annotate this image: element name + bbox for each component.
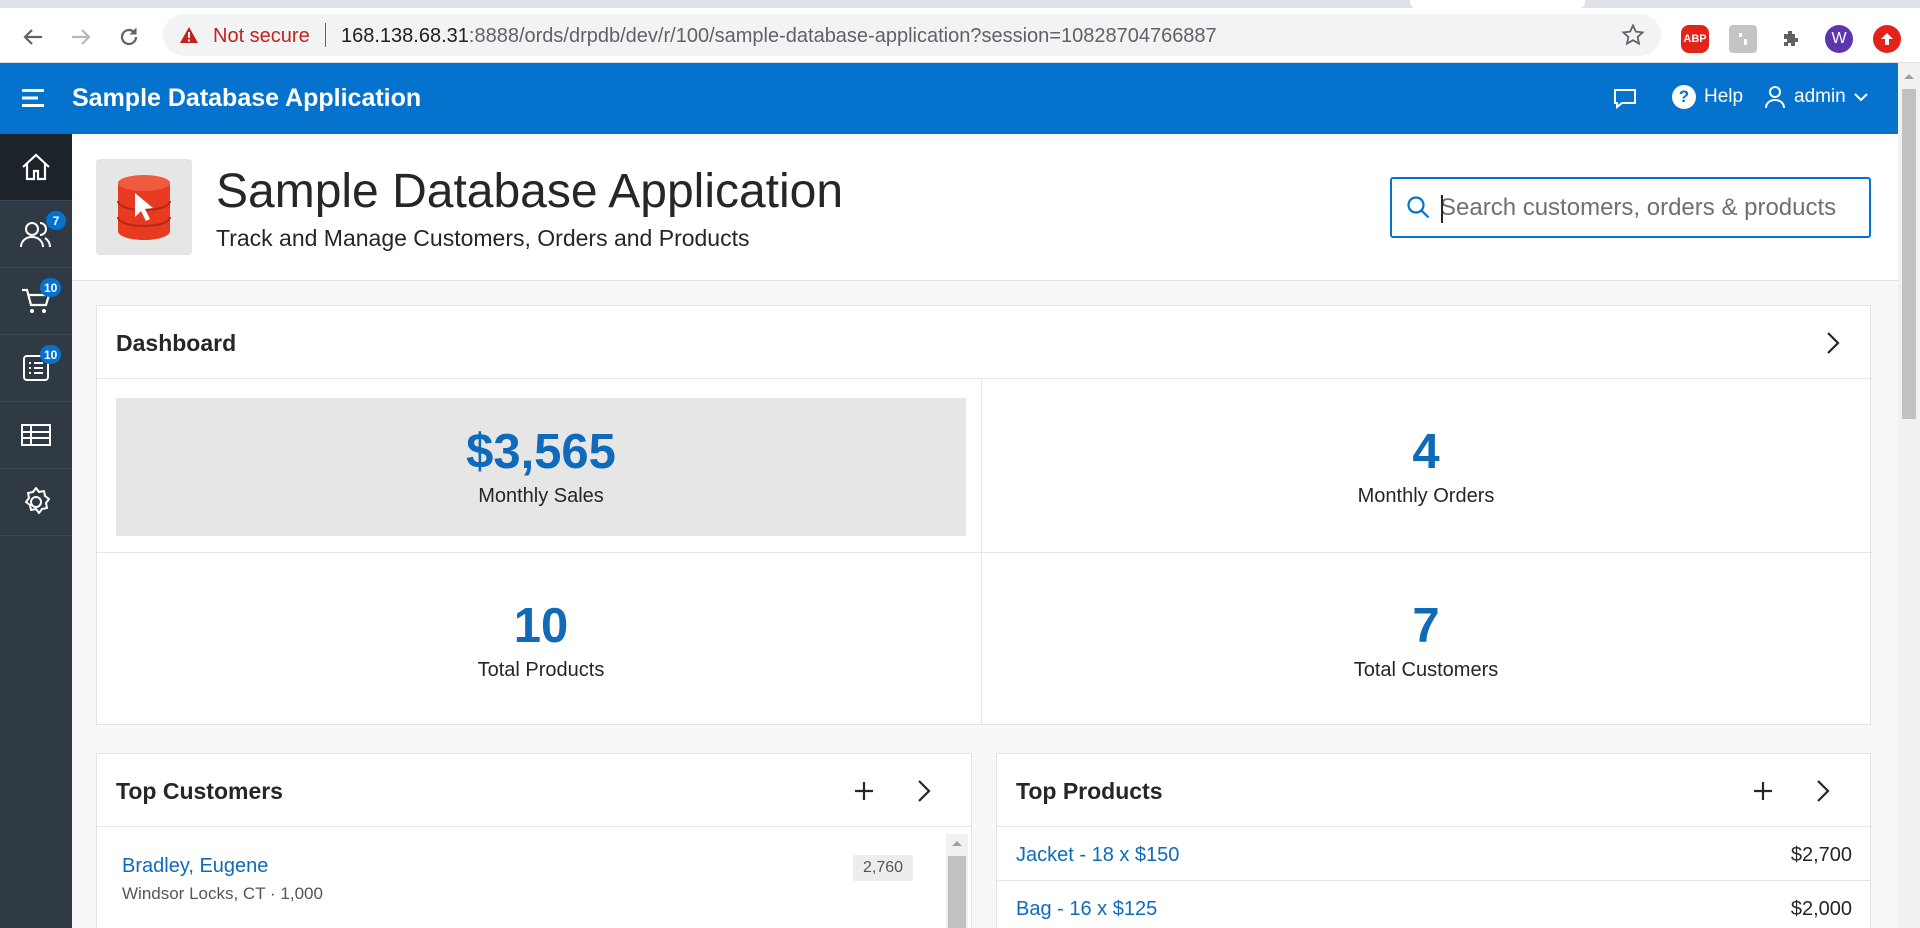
chevron-right-icon[interactable] <box>1808 776 1838 806</box>
customer-name-link[interactable]: Bradley, Eugene <box>122 855 268 878</box>
metric-value: 10 <box>513 598 569 653</box>
app-header: Sample Database Application ? Help admin <box>0 63 1898 134</box>
customers-badge: 7 <box>46 211 66 230</box>
metric-total-products[interactable]: 10 Total Products <box>116 572 966 710</box>
browser-toolbar: Not secure 168.138.68.31:8888/ords/drpdb… <box>0 8 1920 63</box>
top-products-card: Top Products Jacket - 18 x $150 $2,700 B… <box>996 753 1871 928</box>
user-label: admin <box>1794 86 1846 107</box>
url-host: 168.138.68.31 <box>341 25 469 47</box>
hero-region: Sample Database Application Track and Ma… <box>72 134 1898 281</box>
text-caret <box>1441 195 1443 223</box>
product-link[interactable]: Jacket - 18 x $150 <box>1016 844 1179 867</box>
page-scrollbar-thumb[interactable] <box>1902 89 1916 419</box>
product-amount: $2,700 <box>1790 844 1852 866</box>
list-item: Bag - 16 x $125 $2,000 <box>997 881 1870 928</box>
help-button[interactable]: ? Help <box>1672 85 1743 109</box>
gear-icon <box>25 487 50 514</box>
search-box[interactable] <box>1390 177 1871 238</box>
main-content: Sample Database Application Track and Ma… <box>72 134 1898 928</box>
dashboard-card-header: Dashboard <box>97 306 1870 379</box>
nav-item-customers[interactable]: 7 <box>0 201 72 268</box>
nav-item-reports[interactable]: 10 <box>0 335 72 402</box>
extensions-icon[interactable] <box>1777 25 1805 53</box>
top-customers-header: Top Customers <box>97 754 971 827</box>
metric-value: 4 <box>1412 424 1440 479</box>
metric-value: 7 <box>1412 598 1440 653</box>
warning-icon[interactable] <box>179 25 199 50</box>
search-input[interactable] <box>1440 189 1860 227</box>
nav-item-home[interactable] <box>0 134 72 201</box>
reports-badge: 10 <box>40 345 62 364</box>
address-bar[interactable]: Not secure 168.138.68.31:8888/ords/drpdb… <box>163 14 1661 56</box>
dashboard-title: Dashboard <box>116 330 237 356</box>
address-separator <box>325 23 326 47</box>
chevron-right-icon[interactable] <box>1818 328 1848 358</box>
user-icon <box>1765 86 1785 109</box>
help-label: Help <box>1704 86 1744 107</box>
metric-label: Total Customers <box>1353 659 1499 682</box>
nav-item-administration[interactable] <box>0 469 72 536</box>
user-menu-button[interactable]: admin <box>1764 85 1868 109</box>
metric-monthly-sales[interactable]: $3,565 Monthly Sales <box>116 398 966 536</box>
adblock-extension-icon[interactable]: ABP <box>1681 25 1709 53</box>
metric-label: Monthly Sales <box>478 485 604 508</box>
nav-item-orders[interactable]: 10 <box>0 268 72 335</box>
customer-detail: Windsor Locks, CT · 1,000 <box>122 884 323 903</box>
url-path: :8888/ords/drpdb/dev/r/100/sample-databa… <box>468 25 1217 47</box>
metric-label: Total Products <box>477 659 605 682</box>
side-navigation: 7 10 10 <box>0 134 72 928</box>
orders-badge: 10 <box>40 278 62 297</box>
scroll-up-icon[interactable] <box>946 836 968 850</box>
product-link[interactable]: Bag - 16 x $125 <box>1016 898 1157 921</box>
top-customers-card: Top Customers Bradley, Eugene Windsor Lo… <box>96 753 972 928</box>
browser-tabstrip <box>0 0 1920 8</box>
not-secure-label[interactable]: Not secure <box>213 25 310 48</box>
list-item: Jacket - 18 x $150 $2,700 <box>997 827 1870 881</box>
page-subtitle: Track and Manage Customers, Orders and P… <box>216 225 750 251</box>
update-icon[interactable] <box>1873 25 1901 53</box>
top-products-header: Top Products <box>997 754 1870 827</box>
add-customer-plus-icon[interactable] <box>849 776 879 806</box>
table-icon <box>21 424 51 446</box>
browser-active-tab[interactable] <box>1410 0 1585 8</box>
feedback-icon[interactable] <box>1612 87 1638 116</box>
add-product-plus-icon[interactable] <box>1748 776 1778 806</box>
page-scroll-up-icon[interactable] <box>1898 69 1920 83</box>
app-name-link[interactable]: Sample Database Application <box>72 84 421 113</box>
reload-icon[interactable] <box>114 22 144 52</box>
metric-divider-horizontal <box>97 552 1872 553</box>
top-customers-title: Top Customers <box>116 778 283 804</box>
list-scrollbar[interactable] <box>946 834 968 928</box>
metric-value: $3,565 <box>466 424 616 479</box>
url-text[interactable]: 168.138.68.31:8888/ords/drpdb/dev/r/100/… <box>341 25 1217 48</box>
metric-label: Monthly Orders <box>1357 485 1495 508</box>
top-products-title: Top Products <box>1016 778 1163 804</box>
menu-toggle-icon[interactable] <box>22 88 48 113</box>
extension-puzzle-gray-icon[interactable] <box>1729 25 1757 53</box>
metric-monthly-orders[interactable]: 4 Monthly Orders <box>1001 398 1851 536</box>
home-icon <box>22 153 50 181</box>
database-icon <box>117 175 171 240</box>
bookmark-star-icon[interactable] <box>1621 23 1645 52</box>
back-icon[interactable] <box>18 22 48 52</box>
chevron-right-icon[interactable] <box>909 776 939 806</box>
help-icon: ? <box>1672 85 1696 109</box>
app-logo <box>96 159 192 255</box>
product-amount: $2,000 <box>1790 898 1852 920</box>
search-icon <box>1406 195 1432 226</box>
scrollbar-thumb[interactable] <box>948 856 966 928</box>
customer-count-badge: 2,760 <box>853 855 914 881</box>
chevron-down-icon <box>1854 93 1868 102</box>
page-scrollbar[interactable] <box>1898 63 1920 928</box>
profile-avatar[interactable]: W <box>1825 25 1853 53</box>
forward-icon[interactable] <box>66 22 96 52</box>
nav-item-products[interactable] <box>0 402 72 469</box>
metric-total-customers[interactable]: 7 Total Customers <box>1001 572 1851 710</box>
page-title: Sample Database Application <box>216 165 844 218</box>
dashboard-card: Dashboard $3,565 Monthly Sales 4 Monthly… <box>96 305 1872 725</box>
